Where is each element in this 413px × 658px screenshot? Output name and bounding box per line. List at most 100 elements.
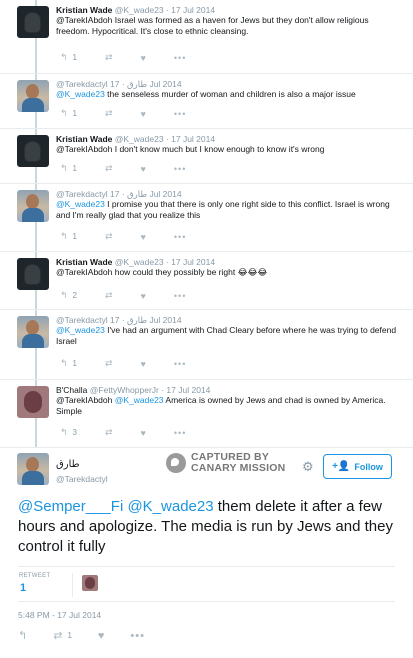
reply-button[interactable]: ↰ 2 [60, 290, 77, 301]
mention-link[interactable]: @Semper___Fi [18, 498, 123, 515]
main-tweet-handle[interactable]: @Tarekdactyl [56, 474, 108, 484]
display-name[interactable]: @Tarekdactyl طارق [56, 189, 147, 199]
retweet-button[interactable]: ⇄ [105, 163, 113, 174]
display-name[interactable]: Kristian Wade [56, 5, 112, 15]
reply-tweet[interactable]: @Tarekdactyl طارق · 17 Jul 2014 @K_wade2… [0, 74, 413, 129]
handle[interactable]: @FettyWhopperJr [90, 385, 159, 395]
main-tweet-avatar[interactable] [17, 453, 49, 485]
reply-button[interactable]: ↰ 1 [60, 231, 77, 242]
more-button[interactable]: ••• [130, 630, 145, 642]
tweet-text: @K_wade23 I promise you that there is on… [56, 199, 390, 220]
reply-tweet[interactable]: Kristian Wade @K_wade23 · 17 Jul 2014 @T… [0, 129, 413, 184]
tweet-actions: ↰ 1 ⇄ ♥ ••• [60, 163, 214, 174]
retweet-icon: ⇄ [105, 290, 113, 300]
heart-icon: ♥ [97, 629, 105, 642]
like-button[interactable]: ♥ [141, 53, 146, 63]
mention-link[interactable]: @K_wade23 [115, 395, 164, 405]
display-name[interactable]: B'Challa [56, 385, 87, 395]
reply-button[interactable]: ↰ 1 [60, 108, 77, 119]
more-button[interactable]: ••• [174, 164, 186, 174]
more-button[interactable]: ••• [174, 109, 186, 119]
tweet-actions: ↰ 3 ⇄ ♥ ••• [60, 427, 214, 438]
timestamp[interactable]: · 17 Jul 2014 [161, 385, 210, 395]
reply-icon: ↰ [60, 231, 68, 241]
follow-label: Follow [354, 461, 383, 472]
more-button[interactable]: ••• [174, 291, 186, 301]
retweet-button[interactable]: ⇄ [105, 231, 113, 242]
reply-icon: ↰ [60, 358, 68, 368]
heart-icon: ♥ [140, 358, 146, 369]
mention-link[interactable]: @K_wade23 [127, 498, 213, 515]
more-icon: ••• [130, 629, 145, 642]
more-button[interactable]: ••• [174, 232, 186, 242]
more-icon: ••• [173, 290, 187, 301]
more-button[interactable]: ••• [174, 428, 186, 438]
retweet-button[interactable]: ⇄ [105, 358, 113, 369]
reply-tweet[interactable]: @Tarekdactyl طارق · 17 Jul 2014 @K_wade2… [0, 310, 413, 380]
display-name[interactable]: @Tarekdactyl طارق [56, 315, 147, 325]
like-button[interactable]: ♥ [141, 291, 146, 301]
retweet-button[interactable]: ⇄ 1 [53, 629, 72, 642]
heart-icon: ♥ [140, 427, 146, 438]
more-button[interactable]: ••• [174, 359, 186, 369]
more-icon: ••• [173, 52, 187, 63]
handle[interactable]: @K_wade23 [115, 5, 164, 15]
tweet-actions: ↰ 2 ⇄ ♥ ••• [60, 290, 214, 301]
like-button[interactable]: ♥ [141, 428, 146, 438]
heart-icon: ♥ [140, 52, 146, 63]
reply-button[interactable]: ↰ 1 [60, 358, 77, 369]
more-button[interactable]: ••• [174, 53, 186, 63]
reply-count: 1 [72, 53, 77, 62]
reply-count: 1 [72, 164, 77, 173]
retweets-count[interactable]: 1 [20, 582, 26, 594]
gear-icon[interactable]: ⚙ [302, 459, 314, 475]
timestamp[interactable]: · 17 Jul 2014 [166, 257, 215, 267]
tweet-text: @TarekIAbdoh I don't know much but I kno… [56, 144, 325, 154]
timestamp[interactable]: · 17 Jul 2014 [166, 5, 215, 15]
more-icon: ••• [173, 108, 187, 119]
reply-tweet[interactable]: Kristian Wade @K_wade23 · 17 Jul 2014 @T… [0, 0, 413, 74]
reply-tweet[interactable]: Kristian Wade @K_wade23 · 17 Jul 2014 @T… [0, 252, 413, 310]
mention-link[interactable]: @K_wade23 [56, 89, 105, 99]
like-button[interactable]: ♥ [98, 630, 105, 642]
avatar[interactable] [17, 316, 49, 348]
avatar[interactable] [17, 80, 49, 112]
more-icon: ••• [173, 358, 187, 369]
reply-button[interactable]: ↰ 3 [60, 427, 77, 438]
reply-count: 2 [72, 291, 77, 300]
retweet-button[interactable]: ⇄ [105, 108, 113, 119]
like-button[interactable]: ♥ [141, 359, 146, 369]
reply-button[interactable]: ↰ 1 [60, 163, 77, 174]
retweet-button[interactable]: ⇄ [105, 427, 113, 438]
retweet-icon: ⇄ [105, 427, 113, 437]
reply-tweet[interactable]: @Tarekdactyl طارق · 17 Jul 2014 @K_wade2… [0, 184, 413, 252]
follow-button[interactable]: +👤 Follow [323, 454, 392, 479]
reply-button[interactable]: ↰ 1 [60, 52, 77, 63]
timestamp[interactable]: · 17 Jul 2014 [166, 134, 215, 144]
main-tweet-display-name[interactable]: طارق [56, 459, 80, 470]
like-button[interactable]: ♥ [141, 109, 146, 119]
display-name[interactable]: Kristian Wade [56, 257, 112, 267]
handle[interactable]: @K_wade23 [115, 257, 164, 267]
reply-tweet[interactable]: B'Challa @FettyWhopperJr · 17 Jul 2014 @… [0, 380, 413, 448]
avatar[interactable] [17, 386, 49, 418]
more-icon: ••• [173, 427, 187, 438]
retweet-button[interactable]: ⇄ [105, 290, 113, 301]
main-tweet-timestamp[interactable]: 5:48 PM - 17 Jul 2014 [18, 610, 101, 620]
like-button[interactable]: ♥ [141, 232, 146, 242]
retweet-button[interactable]: ⇄ [105, 52, 113, 63]
like-button[interactable]: ♥ [141, 164, 146, 174]
display-name[interactable]: Kristian Wade [56, 134, 112, 144]
avatar[interactable] [17, 135, 49, 167]
avatar[interactable] [17, 258, 49, 290]
heart-icon: ♥ [140, 290, 146, 301]
avatar[interactable] [17, 6, 49, 38]
handle[interactable]: @K_wade23 [115, 134, 164, 144]
reply-button[interactable]: ↰ [18, 629, 27, 642]
display-name[interactable]: @Tarekdactyl طارق [56, 79, 147, 89]
heart-icon: ♥ [140, 231, 146, 242]
avatar[interactable] [17, 190, 49, 222]
mention-link[interactable]: @K_wade23 [56, 325, 105, 335]
retweeter-avatar[interactable] [82, 575, 98, 591]
mention-link[interactable]: @K_wade23 [56, 199, 105, 209]
